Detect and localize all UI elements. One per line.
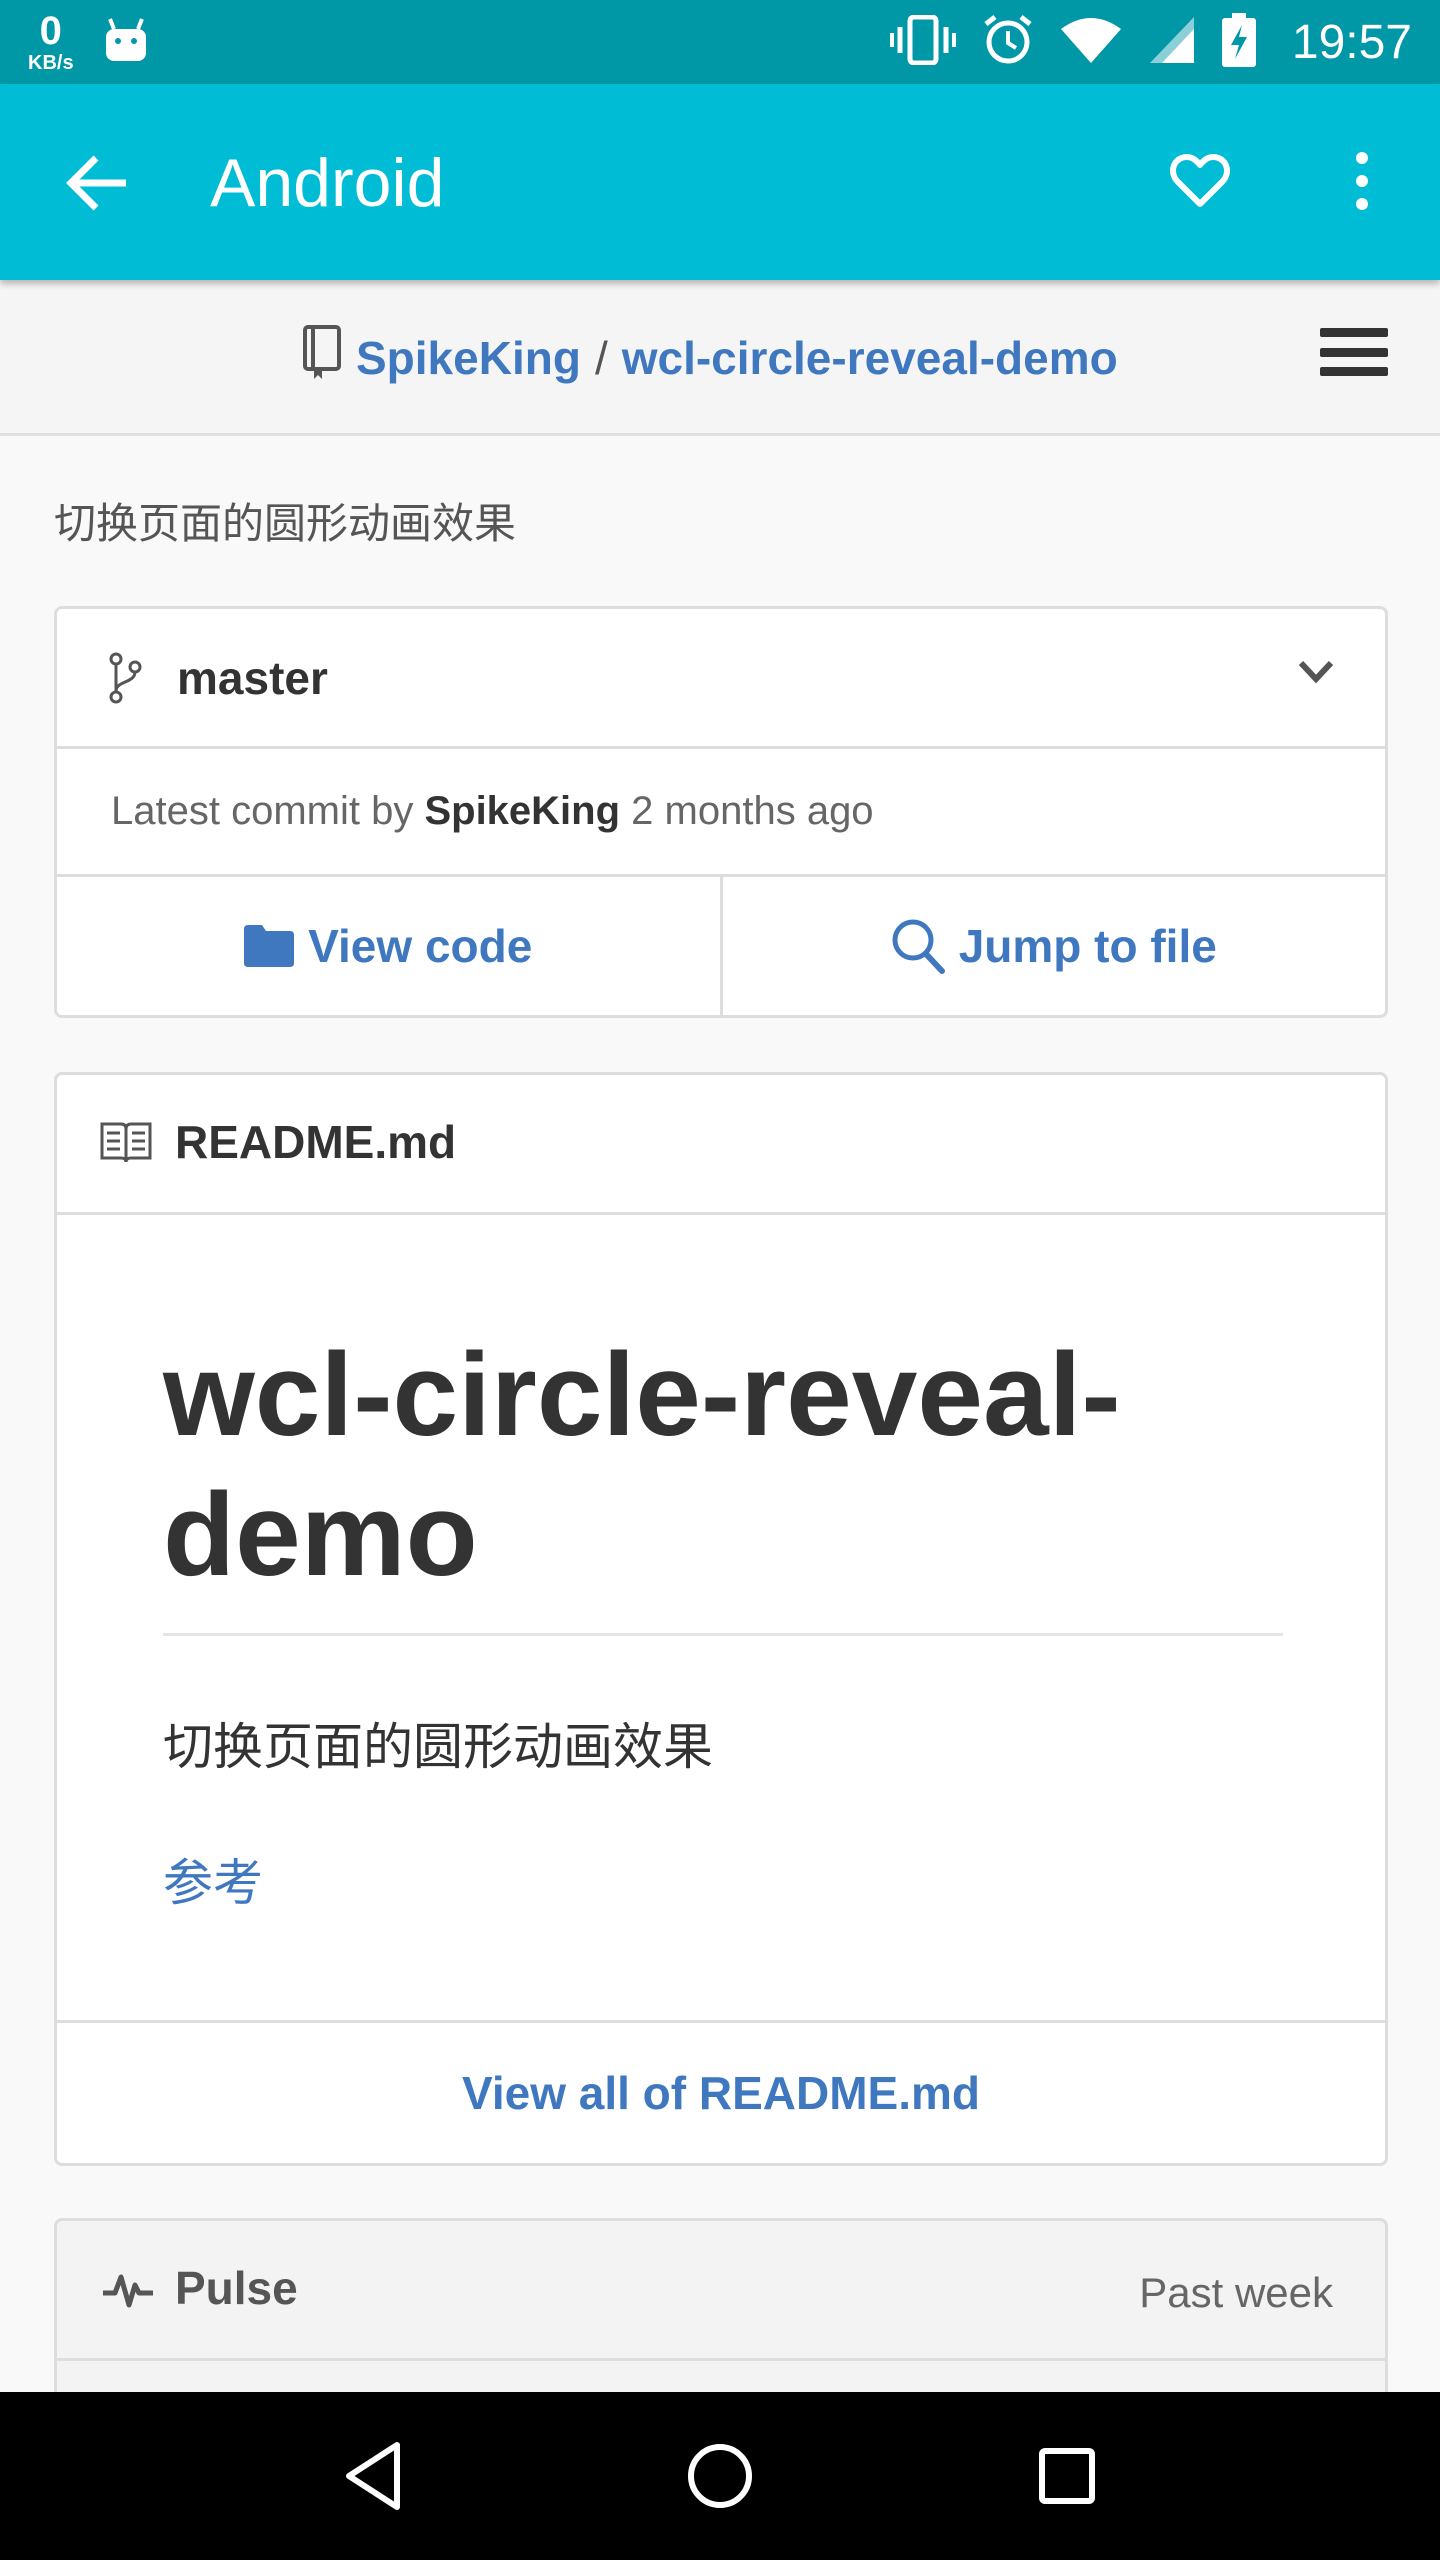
- readme-heading: wcl-circle-reveal-demo: [163, 1329, 1121, 1601]
- repo-description: 切换页面的圆形动画效果: [54, 500, 517, 547]
- repo-owner-link[interactable]: SpikeKing: [356, 331, 581, 385]
- pulse-icon: [101, 2271, 155, 2314]
- readme-header: README.md: [57, 1075, 1385, 1215]
- folder-icon: [244, 925, 295, 967]
- repo-name-link[interactable]: wcl-circle-reveal-demo: [622, 331, 1118, 385]
- pulse-title: Pulse: [175, 2262, 298, 2314]
- readme-reference-link[interactable]: 参考: [163, 1843, 263, 1915]
- nav-recents-button[interactable]: [1022, 2431, 1112, 2521]
- nav-recents-icon: [1038, 2448, 1095, 2504]
- commit-author: SpikeKing: [424, 789, 621, 833]
- pulse-range: Past week: [1139, 2269, 1333, 2316]
- hamburger-icon-bar: [1320, 347, 1388, 357]
- pulse-header[interactable]: Pulse Past week: [57, 2221, 1385, 2361]
- android-notification-icon: [104, 17, 148, 68]
- vibrate-icon: [889, 14, 956, 70]
- navigation-bar: [0, 2392, 1440, 2560]
- branch-card: master Latest commit by SpikeKing 2 mont…: [54, 606, 1388, 1018]
- latest-commit: Latest commit by SpikeKing 2 months ago: [57, 749, 1385, 877]
- nav-home-icon: [687, 2444, 752, 2508]
- cell-signal-icon: [1148, 15, 1196, 70]
- latest-commit-text: Latest commit by SpikeKing 2 months ago: [111, 789, 874, 834]
- readme-filename: README.md: [175, 1116, 457, 1168]
- back-button[interactable]: [62, 148, 132, 218]
- breadcrumb-separator: /: [594, 331, 608, 384]
- network-speed-value: 0: [39, 9, 62, 53]
- more-options-button[interactable]: [1330, 146, 1394, 216]
- wifi-icon: [1060, 15, 1122, 70]
- view-code-button[interactable]: View code: [57, 877, 720, 1015]
- battery-charging-icon: [1221, 12, 1256, 72]
- network-speed-unit: KB/s: [28, 52, 74, 74]
- menu-button[interactable]: [1320, 322, 1388, 382]
- alarm-icon: [982, 14, 1034, 71]
- clock: 19:57: [1291, 15, 1412, 69]
- chevron-down-icon: [1297, 659, 1335, 690]
- jump-to-file-label: Jump to file: [958, 920, 1217, 972]
- code-actions: View code Jump to file: [57, 877, 1385, 1015]
- nav-back-button[interactable]: [328, 2431, 418, 2521]
- repo-book-icon: [302, 324, 342, 391]
- readme-content: wcl-circle-reveal-demo 切换页面的圆形动画效果 参考: [57, 1215, 1385, 2023]
- view-code-label: View code: [308, 920, 533, 972]
- jump-to-file-button[interactable]: Jump to file: [719, 877, 1386, 1015]
- divider: [163, 1633, 1283, 1636]
- nav-back-icon: [346, 2442, 401, 2510]
- nav-home-button[interactable]: [675, 2431, 765, 2521]
- commit-prefix: Latest commit by: [111, 789, 414, 833]
- hamburger-icon-bar: [1320, 367, 1388, 376]
- arrow-back-icon: [66, 155, 126, 211]
- branch-selector[interactable]: master: [57, 609, 1385, 749]
- app-title: Android: [210, 145, 445, 221]
- repo-header: SpikeKing / wcl-circle-reveal-demo: [0, 280, 1440, 436]
- status-bar: 0 KB/s 19:57: [0, 0, 1440, 84]
- hamburger-icon-bar: [1320, 328, 1388, 337]
- book-icon: [99, 1119, 153, 1170]
- branch-name: master: [177, 652, 328, 704]
- readme-paragraph: 切换页面的圆形动画效果: [163, 1719, 713, 1775]
- commit-time: 2 months ago: [631, 789, 874, 833]
- breadcrumb: SpikeKing / wcl-circle-reveal-demo: [302, 324, 1118, 391]
- more-vert-icon: [1356, 152, 1368, 210]
- app-bar: Android: [0, 84, 1440, 280]
- view-all-readme-button[interactable]: View all of README.md: [57, 2023, 1385, 2163]
- search-icon: [892, 919, 945, 974]
- git-branch-icon: [107, 651, 143, 710]
- network-speed: 0 KB/s: [28, 11, 74, 73]
- heart-icon: [1170, 154, 1230, 207]
- readme-card: README.md wcl-circle-reveal-demo 切换页面的圆形…: [54, 1072, 1388, 2166]
- favorite-button[interactable]: [1165, 146, 1235, 216]
